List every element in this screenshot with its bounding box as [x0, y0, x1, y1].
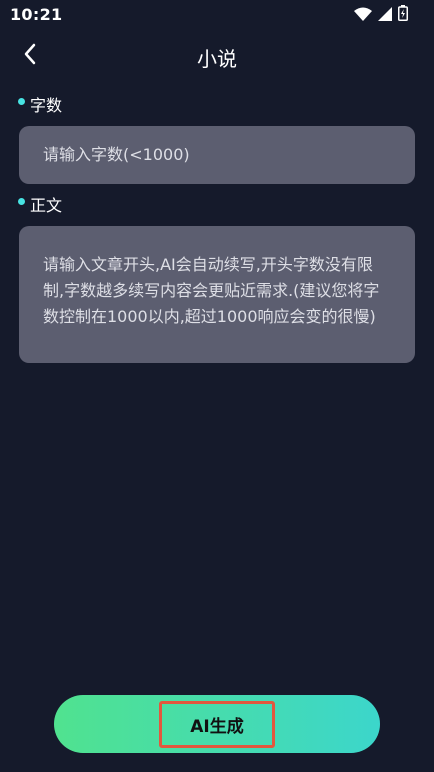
status-bar: 10:21 — [0, 0, 434, 30]
status-icons — [354, 5, 408, 25]
word-count-label: 字数 — [18, 92, 62, 116]
nav-bar: 小说 — [0, 34, 434, 78]
battery-icon — [398, 5, 408, 25]
word-count-label-text: 字数 — [30, 96, 63, 115]
word-count-input[interactable] — [19, 126, 415, 184]
page-title: 小说 — [197, 47, 237, 71]
status-time: 10:21 — [10, 5, 63, 24]
body-text-label-text: 正文 — [30, 196, 63, 215]
body-text-label: 正文 — [18, 192, 62, 216]
label-dot — [18, 197, 25, 205]
body-text-input[interactable] — [19, 226, 415, 363]
wifi-icon — [354, 6, 372, 25]
ai-generate-label: AI生成 — [159, 700, 275, 748]
label-dot — [18, 97, 25, 105]
ai-generate-button[interactable]: AI生成 — [54, 695, 380, 753]
signal-icon — [378, 6, 392, 25]
